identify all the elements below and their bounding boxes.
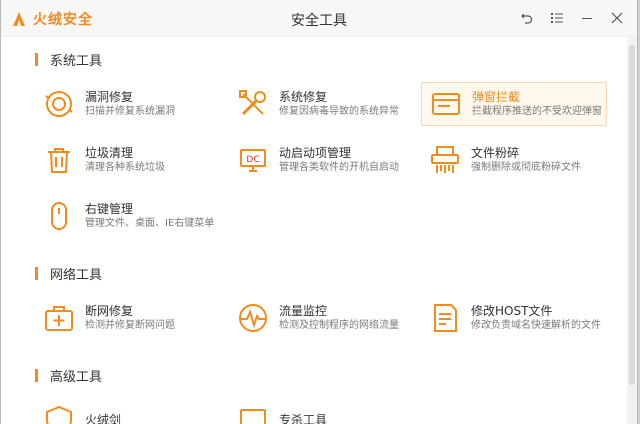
tool-desc: 检测并修复断网问题 [85,320,175,331]
wrench-icon [239,90,266,116]
tool-junk-clean[interactable]: 垃圾清理 清理各种系统垃圾 [35,138,221,182]
monitor-icon: DC [240,149,266,172]
tool-desc: 检测及控制程序的网络流量 [279,320,399,331]
tools-panel: 系统工具 漏洞修复 扫描并修复系统漏洞 系统修复 修复因病毒导致的系统异常 弹窗… [1,37,627,424]
tool-advanced-1[interactable]: 火绒剑 [35,398,221,424]
section-marker [35,369,38,382]
tool-right-click[interactable]: 右键管理 管理文件、桌面、IE右键菜单 [35,194,221,238]
monitor-icon [240,409,266,424]
menu-icon[interactable] [549,10,565,26]
close-icon[interactable] [609,10,625,26]
shield-icon [46,405,72,424]
tool-desc: 修改负责域名快速解析的文件 [471,320,601,331]
section-label: 网络工具 [50,268,103,283]
tool-name: 弹窗拦截 [472,90,521,104]
tool-net-repair[interactable]: 断网修复 检测并修复断网问题 [35,296,221,340]
shredder-icon [431,146,459,173]
tool-desc: 修复因病毒导致的系统异常 [279,106,399,117]
section-label: 系统工具 [50,54,103,69]
tool-name: 右键管理 [85,202,134,216]
section-label: 高级工具 [50,370,103,385]
tool-desc: 管理各类软件的开机自启动 [279,162,399,173]
tool-name: 垃圾清理 [85,146,134,160]
tool-name: 漏洞修复 [85,90,134,104]
mouse-icon [51,202,67,230]
document-edit-icon [434,304,457,332]
tool-host-edit[interactable]: 修改HOST文件 修改负责域名快速解析的文件 [421,296,607,340]
section-network-tools: 网络工具 [35,264,102,283]
tool-advanced-2[interactable]: 专杀工具 [229,398,415,424]
section-advanced-tools: 高级工具 [35,366,102,385]
title-bar: 火绒安全 安全工具 [1,0,637,37]
tool-name: 修改HOST文件 [471,304,553,318]
minimize-icon[interactable] [579,10,595,26]
tool-startup-mgr[interactable]: DC 动启动项管理 管理各类软件的开机自启动 [229,138,415,182]
tool-name: 专杀工具 [279,413,328,424]
tool-desc: 管理文件、桌面、IE右键菜单 [85,218,215,229]
tool-name: 系统修复 [279,90,328,104]
tool-name: 断网修复 [85,304,134,318]
tool-traffic-mon[interactable]: 流量监控 检测及控制程序的网络流量 [229,296,415,340]
tool-desc: 拦截程序推送的不受欢迎弹窗 [472,106,602,117]
pulse-icon [239,304,267,332]
window-icon [432,93,460,115]
vertical-scrollbar[interactable] [627,37,637,424]
window-controls [519,10,625,26]
back-icon[interactable] [519,10,535,26]
section-marker [35,53,38,66]
app-window: 火绒安全 安全工具 系统工具 漏洞修复 扫描并修复系统漏洞 系统修复 修复因病毒… [0,0,638,424]
tool-desc: 扫描并修复系统漏洞 [85,106,175,117]
trash-icon [48,148,70,173]
tool-name: 火绒剑 [85,413,122,424]
tool-file-shred[interactable]: 文件粉碎 强制删除或彻底粉碎文件 [421,138,607,182]
scrollbar-thumb[interactable] [629,45,635,385]
tool-name: 文件粉碎 [471,146,520,160]
vulnerability-icon [45,91,73,117]
tool-popup-block[interactable]: 弹窗拦截 拦截程序推送的不受欢迎弹窗 [421,82,607,126]
tool-name: 流量监控 [279,304,328,318]
tool-leak-fix[interactable]: 漏洞修复 扫描并修复系统漏洞 [35,82,221,126]
tool-desc: 强制删除或彻底粉碎文件 [471,162,581,173]
section-marker [35,267,38,280]
tool-name: 动启动项管理 [279,146,352,160]
medical-kit-icon [45,306,73,331]
dc-overlay-text: DC [246,155,259,165]
section-system-tools: 系统工具 [35,50,102,69]
tool-desc: 清理各种系统垃圾 [85,162,165,173]
tool-sys-repair[interactable]: 系统修复 修复因病毒导致的系统异常 [229,82,415,126]
